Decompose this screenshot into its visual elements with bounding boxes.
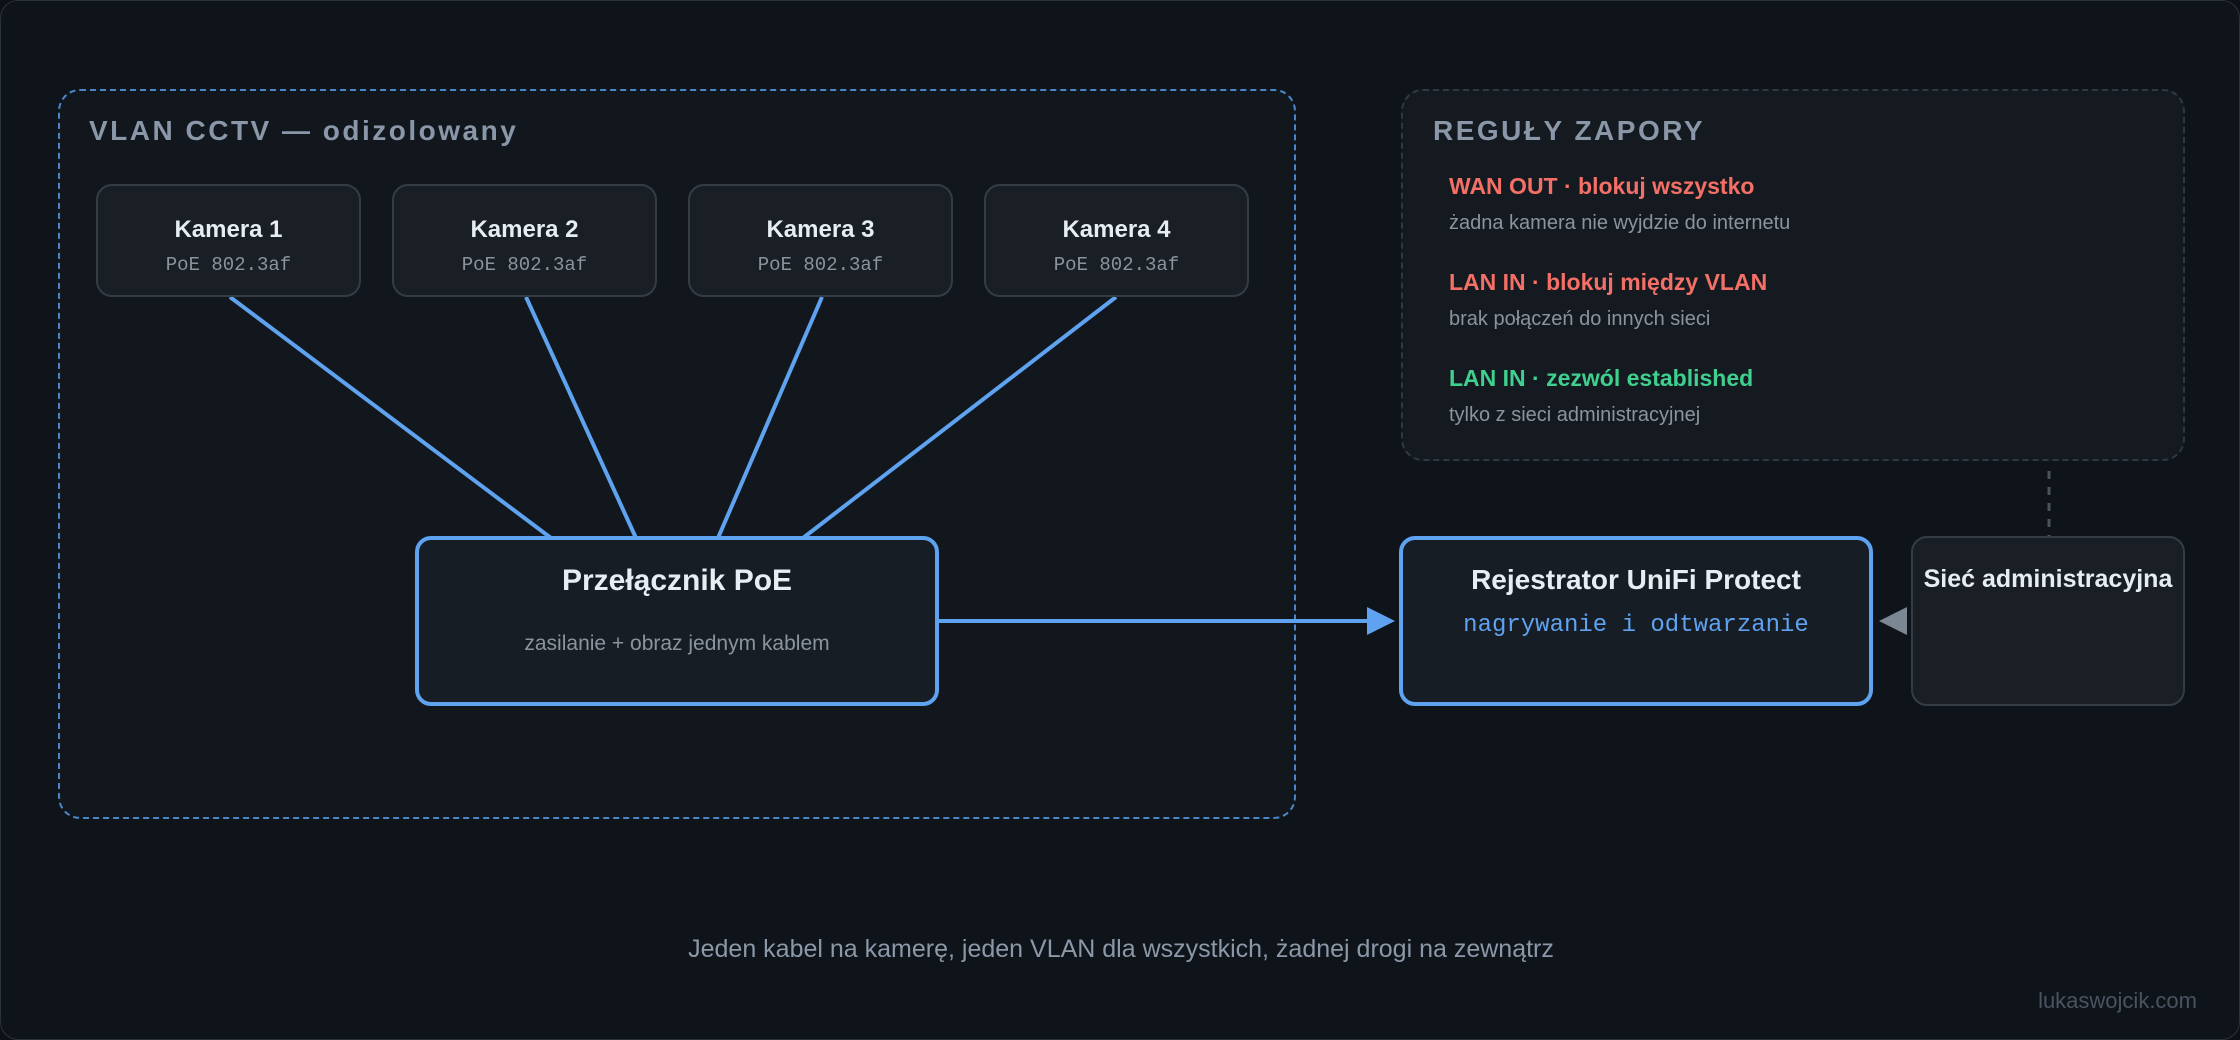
recorder-subtitle: nagrywanie i odtwarzanie bbox=[1463, 612, 1809, 639]
camera-card-2[interactable]: Kamera 2 PoE 802.3af bbox=[392, 184, 657, 297]
connection-layer bbox=[228, 295, 2051, 635]
rule-description: brak połączeń do innych sieci bbox=[1449, 308, 1711, 330]
firewall-rule-2: LAN IN · blokuj między VLAN brak połącze… bbox=[1449, 269, 1767, 331]
firewall-zone-title: REGUŁY ZAPORY bbox=[1433, 115, 1706, 146]
link-camera-4-switch bbox=[801, 295, 1118, 540]
camera-name: Kamera 1 bbox=[174, 216, 283, 243]
admin-title: Sieć administracyjna bbox=[1923, 565, 2173, 593]
rule-description: tylko z sieci administracyjnej bbox=[1449, 404, 1701, 426]
admin-network-node[interactable]: Sieć administracyjna bbox=[1911, 536, 2185, 706]
camera-spec: PoE 802.3af bbox=[757, 254, 884, 276]
diagram-canvas: VLAN CCTV — odizolowany REGUŁY ZAPORY Ka… bbox=[0, 0, 2240, 1040]
camera-spec: PoE 802.3af bbox=[461, 254, 588, 276]
poe-switch-node[interactable]: Przełącznik PoE zasilanie + obraz jednym… bbox=[415, 536, 939, 706]
camera-card-4[interactable]: Kamera 4 PoE 802.3af bbox=[984, 184, 1249, 297]
camera-spec: PoE 802.3af bbox=[1053, 254, 1180, 276]
recorder-title: Rejestrator UniFi Protect bbox=[1471, 564, 1801, 595]
recorder-node[interactable]: Rejestrator UniFi Protect nagrywanie i o… bbox=[1399, 536, 1873, 706]
rule-description: żadna kamera nie wyjdzie do internetu bbox=[1449, 212, 1791, 234]
firewall-rule-3: LAN IN · zezwól established tylko z siec… bbox=[1449, 365, 1753, 427]
link-camera-1-switch bbox=[228, 295, 553, 540]
camera-name: Kamera 2 bbox=[470, 216, 579, 243]
switch-title: Przełącznik PoE bbox=[561, 564, 793, 597]
rule-title: WAN OUT · blokuj wszystko bbox=[1449, 173, 1755, 199]
diagram-caption: Jeden kabel na kamerę, jeden VLAN dla ws… bbox=[688, 935, 1554, 963]
link-camera-2-switch bbox=[524, 296, 638, 539]
camera-card-1[interactable]: Kamera 1 PoE 802.3af bbox=[96, 184, 361, 297]
arrowhead-recorder bbox=[1367, 607, 1395, 635]
rule-title: LAN IN · zezwól established bbox=[1449, 365, 1754, 391]
rule-title: LAN IN · blokuj między VLAN bbox=[1449, 269, 1768, 295]
camera-name: Kamera 3 bbox=[766, 216, 875, 243]
link-camera-3-switch bbox=[716, 296, 824, 539]
firewall-rule-1: WAN OUT · blokuj wszystko żadna kamera n… bbox=[1449, 173, 1790, 235]
watermark: lukaswojcik.com bbox=[2038, 988, 2197, 1013]
arrowhead-admin-recorder bbox=[1879, 607, 1907, 635]
camera-spec: PoE 802.3af bbox=[165, 254, 292, 276]
camera-card-3[interactable]: Kamera 3 PoE 802.3af bbox=[688, 184, 953, 297]
camera-name: Kamera 4 bbox=[1062, 216, 1171, 243]
vlan-zone-title: VLAN CCTV — odizolowany bbox=[89, 115, 519, 146]
switch-subtitle: zasilanie + obraz jednym kablem bbox=[524, 632, 830, 655]
